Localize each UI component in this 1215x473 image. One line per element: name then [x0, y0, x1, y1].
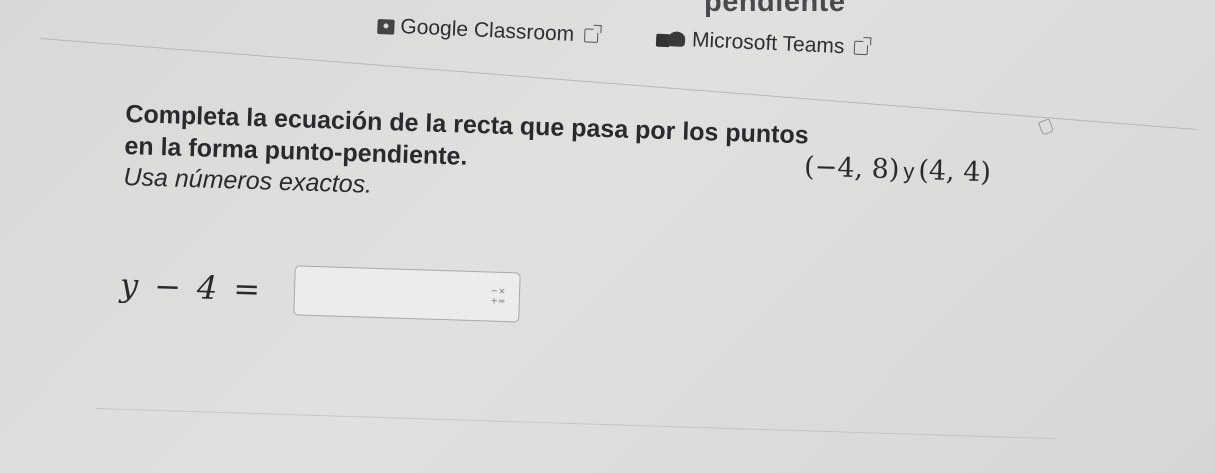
connector-word: y — [902, 158, 915, 184]
lhs-variable: y — [119, 265, 141, 305]
google-classroom-label: Google Classroom — [399, 15, 575, 46]
question-panel: Completa la ecuación de la recta que pas… — [120, 98, 1125, 323]
share-links: Google Classroom Microsoft Teams — [377, 14, 869, 60]
equation-lhs: y −4 = — [120, 266, 277, 309]
lhs-operator: − — [153, 266, 184, 306]
google-classroom-icon — [377, 18, 395, 35]
external-link-icon — [583, 28, 599, 44]
math-keypad-icon[interactable]: −× += — [487, 286, 510, 309]
answer-row: y −4 = −× += — [119, 260, 521, 323]
microsoft-teams-link[interactable]: Microsoft Teams — [655, 27, 869, 61]
microsoft-teams-label: Microsoft Teams — [691, 28, 845, 59]
page-title-partial: pendiente — [704, 0, 846, 18]
answer-input[interactable]: −× += — [293, 265, 521, 323]
lhs-number: 4 — [196, 268, 220, 308]
google-classroom-link[interactable]: Google Classroom — [377, 14, 599, 48]
microsoft-teams-icon — [655, 30, 687, 49]
equals-sign: = — [232, 269, 263, 309]
divider — [95, 408, 1056, 440]
points: (−4, 8) y (4, 4) — [804, 151, 992, 188]
point-1: (−4, 8) — [803, 151, 900, 186]
external-link-icon — [854, 40, 869, 56]
point-2: (4, 4) — [917, 154, 992, 189]
